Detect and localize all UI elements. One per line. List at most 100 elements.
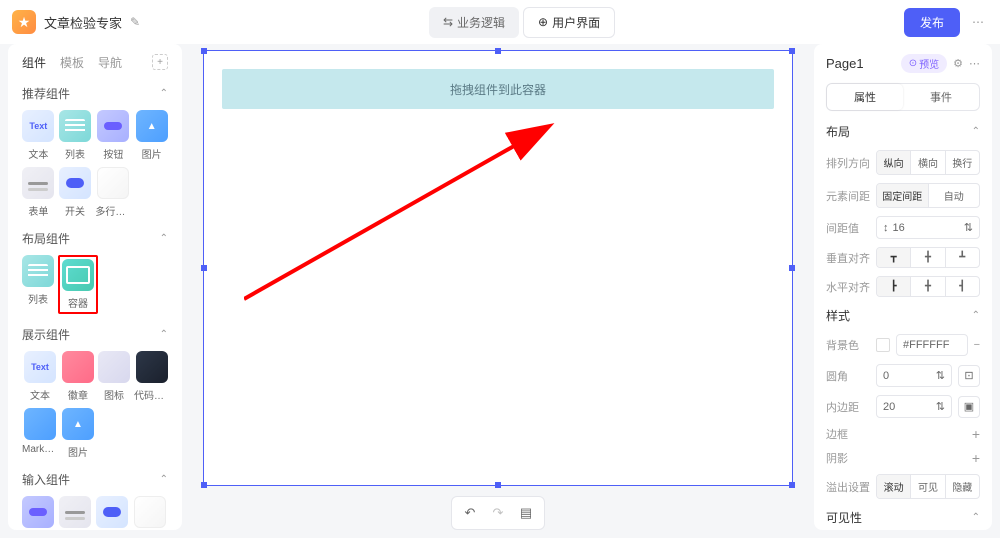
component-label: 图片 <box>68 444 88 459</box>
add-component-button[interactable]: + <box>152 54 168 70</box>
property-tabs: 属性 事件 <box>826 83 980 111</box>
component-icon <box>59 167 91 199</box>
section-layout-title[interactable]: 布局⌃ <box>826 123 980 140</box>
component-item[interactable]: 表单 <box>59 496 92 530</box>
component-item[interactable]: 按钮 <box>95 110 131 161</box>
align-top-icon[interactable]: ┳ <box>877 248 911 267</box>
align-left-icon[interactable]: ┣ <box>877 277 911 296</box>
component-icon <box>22 167 54 199</box>
resize-handle[interactable] <box>201 482 207 488</box>
section-visibility-title[interactable]: 可见性⌃ <box>826 509 980 526</box>
opt-visible[interactable]: 可见 <box>911 475 945 498</box>
opt-auto[interactable]: 自动 <box>929 184 980 207</box>
component-item[interactable]: 徽章 <box>62 351 94 402</box>
opt-scroll[interactable]: 滚动 <box>877 475 911 498</box>
publish-button[interactable]: 发布 <box>904 8 960 37</box>
section-layout-header[interactable]: 布局组件⌃ <box>22 230 168 247</box>
resize-handle[interactable] <box>201 265 207 271</box>
component-item[interactable]: 按钮 <box>22 496 55 530</box>
section-display: 展示组件⌃ Text文本徽章图标代码展... Markd... 图片 <box>8 318 182 463</box>
component-icon <box>59 496 91 528</box>
align-center-icon[interactable]: ╋ <box>911 277 945 296</box>
settings-icon[interactable]: ⚙ <box>953 57 963 70</box>
left-tab-templates[interactable]: 模板 <box>60 54 84 71</box>
sides-icon[interactable]: ▣ <box>958 396 980 418</box>
component-icon <box>22 255 54 287</box>
component-label: 图片 <box>142 146 162 161</box>
resize-handle[interactable] <box>201 48 207 54</box>
component-item[interactable]: 多行输... <box>95 167 131 218</box>
component-label: 开关 <box>65 203 85 218</box>
resize-handle[interactable] <box>495 482 501 488</box>
bg-color-input[interactable]: #FFFFFF <box>896 334 968 356</box>
halign-group: ┣╋┫ <box>876 276 980 297</box>
radius-input[interactable]: 0⇅ <box>876 364 952 387</box>
edit-title-icon[interactable]: ✎ <box>130 15 140 29</box>
component-item[interactable]: 图标 <box>98 351 130 402</box>
redo-icon[interactable]: ↷ <box>486 501 510 525</box>
section-display-header[interactable]: 展示组件⌃ <box>22 326 168 343</box>
drop-zone[interactable]: 拖拽组件到此容器 <box>222 69 774 109</box>
preview-button[interactable]: ⊙ 预览 <box>901 54 947 73</box>
add-border-button[interactable]: + <box>876 426 980 442</box>
component-item[interactable]: 列表 <box>59 110 92 161</box>
opt-fixed[interactable]: 固定间距 <box>877 184 929 207</box>
section-style-title[interactable]: 样式⌃ <box>826 307 980 324</box>
align-right-icon[interactable]: ┫ <box>946 277 979 296</box>
component-label: 图标 <box>104 387 124 402</box>
more-icon[interactable]: ⋯ <box>969 57 980 70</box>
component-item[interactable]: Markd... <box>22 408 58 459</box>
component-item[interactable]: 图片 <box>135 110 168 161</box>
stepper-icon[interactable]: ⇅ <box>936 369 945 382</box>
component-icon <box>136 110 168 142</box>
canvas[interactable]: 拖拽组件到此容器 <box>203 50 793 486</box>
corners-icon[interactable]: ⊡ <box>958 365 980 387</box>
component-label: 列表 <box>28 291 48 306</box>
padding-input[interactable]: 20⇅ <box>876 395 952 418</box>
tab-ui[interactable]: ⊕用户界面 <box>523 7 615 38</box>
align-bottom-icon[interactable]: ┻ <box>946 248 979 267</box>
component-item[interactable]: 列表 <box>22 255 54 314</box>
tab-logic[interactable]: ⇆业务逻辑 <box>429 7 519 38</box>
opt-hidden[interactable]: 隐藏 <box>946 475 979 498</box>
more-icon[interactable]: ⋯ <box>968 11 988 33</box>
chevron-up-icon: ⌃ <box>972 310 980 321</box>
component-item[interactable]: 代码展... <box>134 351 170 402</box>
component-item[interactable]: 开关 <box>95 496 128 530</box>
component-icon <box>136 351 168 383</box>
component-icon <box>24 408 56 440</box>
component-item[interactable]: 开关 <box>59 167 92 218</box>
component-item[interactable]: Text文本 <box>22 351 58 402</box>
opt-horizontal[interactable]: 横向 <box>911 151 945 174</box>
resize-handle[interactable] <box>789 48 795 54</box>
left-tab-components[interactable]: 组件 <box>22 54 46 71</box>
component-item[interactable]: 图片 <box>62 408 94 459</box>
add-shadow-button[interactable]: + <box>876 450 980 466</box>
undo-icon[interactable]: ↶ <box>458 501 482 525</box>
section-recommend-header[interactable]: 推荐组件⌃ <box>22 85 168 102</box>
valign-group: ┳╋┻ <box>876 247 980 268</box>
tab-events[interactable]: 事件 <box>903 84 979 110</box>
stepper-icon[interactable]: ⇅ <box>936 400 945 413</box>
section-input-header[interactable]: 输入组件⌃ <box>22 471 168 488</box>
component-item[interactable]: 容器 <box>58 255 98 314</box>
resize-handle[interactable] <box>789 265 795 271</box>
component-label: 代码展... <box>134 387 170 402</box>
gap-input[interactable]: ↕16⇅ <box>876 216 980 239</box>
left-tab-nav[interactable]: 导航 <box>98 54 122 71</box>
stepper-icon[interactable]: ⇅ <box>964 221 973 234</box>
code-icon[interactable]: ▤ <box>514 501 538 525</box>
component-icon <box>62 408 94 440</box>
bg-color-swatch[interactable] <box>876 338 890 352</box>
align-middle-icon[interactable]: ╋ <box>911 248 945 267</box>
resize-handle[interactable] <box>789 482 795 488</box>
opt-vertical[interactable]: 纵向 <box>877 151 911 174</box>
component-item[interactable]: 表单 <box>22 167 55 218</box>
remove-icon[interactable]: − <box>974 339 980 351</box>
component-item[interactable]: 多行输... <box>132 496 168 530</box>
resize-handle[interactable] <box>495 48 501 54</box>
opt-wrap[interactable]: 换行 <box>946 151 979 174</box>
component-item[interactable]: Text文本 <box>22 110 55 161</box>
tab-props[interactable]: 属性 <box>827 84 903 110</box>
canvas-area: 拖拽组件到此容器 ↶ ↷ ▤ <box>190 44 806 530</box>
